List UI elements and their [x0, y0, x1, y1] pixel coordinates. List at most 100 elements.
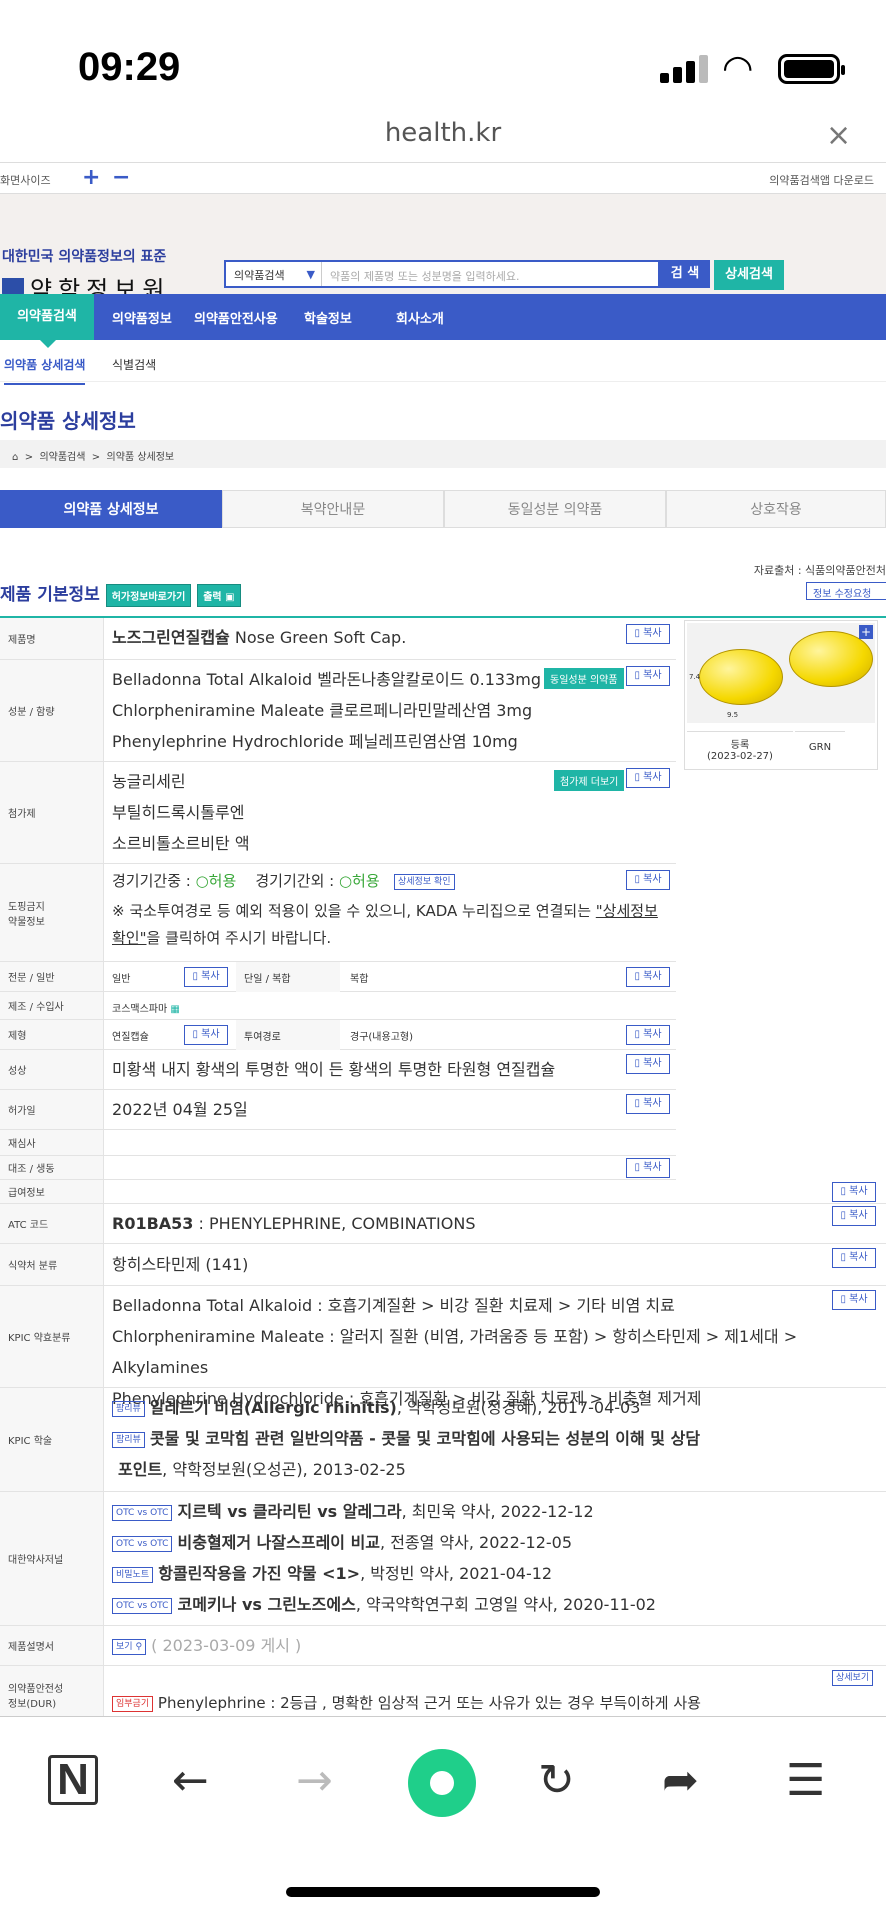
copy-button[interactable]: 복사: [832, 1182, 876, 1202]
dur-value: 임부금기 Phenylephrine : 2등급 , 명확한 임상적 근거 또는…: [112, 1688, 701, 1719]
sub-nav: 의약품 상세검색 식별검색: [0, 340, 886, 385]
list-item[interactable]: OTC vs OTC 코메키나 vs 그린노즈에스, 약국약학연구회 고영일 약…: [112, 1589, 656, 1620]
expand-icon[interactable]: +: [859, 625, 873, 639]
row-label: 재심사: [0, 1130, 104, 1155]
share-icon[interactable]: ➦: [662, 1755, 699, 1806]
forward-icon[interactable]: →: [296, 1755, 333, 1806]
status-time: 09:29: [78, 45, 181, 89]
main-nav: 의약품검색 의약품정보 의약품안전사용 학술정보 회사소개: [0, 294, 886, 348]
pill-image[interactable]: 9.5 7.4 +: [687, 623, 875, 723]
row-label: ATC 코드: [0, 1204, 104, 1243]
doping-detail-button[interactable]: 상세정보 확인: [393, 873, 455, 890]
tab-detail-info[interactable]: 의약품 상세정보: [0, 490, 222, 528]
copy-button[interactable]: 복사: [626, 967, 670, 987]
row-label: 성분 / 함량: [0, 660, 104, 761]
product-name: 노즈그린연질캡슐 Nose Green Soft Cap.: [112, 628, 407, 647]
tab-interaction[interactable]: 상호작용: [666, 490, 886, 528]
copy-button[interactable]: 복사: [626, 1025, 670, 1045]
dur-detail-button[interactable]: 상세보기: [832, 1670, 874, 1686]
row-label: 식약처 분류: [0, 1244, 104, 1285]
row-label: KPIC 학술: [0, 1388, 104, 1491]
ingredient-list: Belladonna Total Alkaloid 벨라돈나총알칼로이드 0.1…: [112, 670, 542, 751]
tab-medication-guide[interactable]: 복약안내문: [222, 490, 444, 528]
site-tagline: 대한민국 의약품정보의 표준: [2, 249, 167, 265]
back-icon[interactable]: ←: [172, 1755, 209, 1806]
row-label: 도핑금지 약물정보: [0, 864, 104, 961]
subnav-detail-search[interactable]: 의약품 상세검색: [4, 356, 86, 385]
table-row: 도핑금지 약물정보 경기기간중 : ○허용 경기기간외 : ○허용 상세정보 확인…: [0, 864, 676, 962]
same-ingredient-button[interactable]: 동일성분 의약품: [544, 668, 624, 689]
home-button[interactable]: [408, 1749, 476, 1817]
nav-academic[interactable]: 학술정보: [304, 308, 352, 327]
close-icon[interactable]: ×: [826, 118, 851, 153]
nav-drug-safety[interactable]: 의약품안전사용: [194, 308, 278, 327]
row-label: 급여정보: [0, 1180, 104, 1203]
combo-value: 복합: [350, 974, 369, 985]
status-bar: 09:29 ◠ health.kr ×: [0, 0, 886, 153]
search-category-select[interactable]: 의약품검색 ▼: [226, 262, 322, 286]
print-button[interactable]: 출력 ▣: [197, 583, 241, 607]
copy-button[interactable]: 복사: [626, 666, 670, 686]
list-item[interactable]: OTC vs OTC 비충혈제거 나잘스프레이 비교, 전종열 약사, 2022…: [112, 1527, 656, 1558]
copy-button[interactable]: 복사: [626, 624, 670, 644]
url-bar[interactable]: health.kr: [0, 118, 886, 148]
search-button[interactable]: 검 색: [660, 260, 710, 288]
pill-width: 7.4: [689, 673, 701, 681]
kada-link[interactable]: "상세정보: [596, 902, 658, 920]
nav-company[interactable]: 회사소개: [396, 308, 444, 327]
otc-value: 일반: [112, 974, 131, 985]
search-box: 의약품검색 ▼ 약품의 제품명 또는 성분명을 입력하세요.: [224, 260, 660, 288]
list-item[interactable]: 팜리뷰 알레르기 비염(Allergic rhinitis), 약학정보원(정경…: [112, 1392, 700, 1423]
copy-button[interactable]: 복사: [626, 768, 670, 788]
copy-button[interactable]: 복사: [626, 1094, 670, 1114]
mfds-class: 항히스타민제 (141): [112, 1255, 249, 1274]
maker-value: 코스맥스파마 ▦: [112, 1004, 180, 1015]
naver-home-button[interactable]: N: [48, 1755, 98, 1805]
permit-info-button[interactable]: 허가정보바로가기: [105, 583, 192, 607]
copy-button[interactable]: 복사: [184, 1025, 228, 1045]
zoom-out-button[interactable]: −: [112, 165, 130, 190]
app-download-link[interactable]: 의약품검색앱 다운로드: [769, 172, 874, 188]
data-source: 자료출처 : 식품의약품안전처: [753, 564, 886, 577]
copy-button[interactable]: 복사: [626, 870, 670, 890]
subnav-identify-search[interactable]: 식별검색: [112, 356, 156, 373]
copy-button[interactable]: 복사: [626, 1054, 670, 1074]
copy-button[interactable]: 복사: [626, 1158, 670, 1178]
detail-tabs: 의약품 상세정보 복약안내문 동일성분 의약품 상호작용: [0, 490, 886, 528]
list-item[interactable]: OTC vs OTC 지르텍 vs 클라리틴 vs 알레그라, 최민욱 약사, …: [112, 1496, 656, 1527]
list-item[interactable]: 팜리뷰 콧물 및 코막힘 관련 일반의약품 - 콧물 및 코막힘에 사용되는 성…: [112, 1423, 700, 1454]
fix-request-button[interactable]: 정보 수정요청: [806, 582, 886, 600]
table-row: 재심사: [0, 1130, 676, 1156]
copy-button[interactable]: 복사: [832, 1290, 876, 1310]
zoom-in-button[interactable]: +: [82, 165, 100, 190]
search-input[interactable]: 약품의 제품명 또는 성분명을 입력하세요.: [330, 268, 520, 284]
table-row: 성분 / 함량 Belladonna Total Alkaloid 벨라돈나총알…: [0, 660, 676, 762]
section-title: 제품 기본정보 허가정보바로가기 출력 ▣: [0, 580, 241, 607]
home-indicator: [286, 1887, 600, 1897]
reload-icon[interactable]: ↻: [538, 1755, 575, 1806]
copy-button[interactable]: 복사: [184, 967, 228, 987]
wifi-icon: ◠: [722, 48, 754, 89]
manual-view-button[interactable]: 보기 ⚲: [112, 1638, 147, 1655]
table-row: KPIC 학술 팜리뷰 알레르기 비염(Allergic rhinitis), …: [0, 1388, 886, 1492]
table-row: 허가일 2022년 04월 25일 복사: [0, 1090, 676, 1130]
nav-drug-search[interactable]: 의약품검색: [0, 294, 94, 348]
nav-drug-info[interactable]: 의약품정보: [112, 308, 172, 327]
battery-icon: [778, 54, 845, 84]
home-icon[interactable]: ⌂: [12, 452, 18, 463]
additive-more-button[interactable]: 첨가제 더보기: [554, 770, 625, 791]
menu-icon[interactable]: ☰: [786, 1755, 825, 1806]
detail-search-button[interactable]: 상세검색: [714, 260, 784, 290]
tab-same-ingredient[interactable]: 동일성분 의약품: [444, 490, 666, 528]
browser-toolbar: N ← → ↻ ➦ ☰: [0, 1716, 886, 1920]
route-value: 경구(내용고형): [350, 1032, 414, 1043]
table-row: 급여정보 복사: [0, 1180, 886, 1204]
breadcrumb-item[interactable]: 의약품 상세정보: [107, 452, 175, 463]
list-item[interactable]: 비밀노트 항콜린작용을 가진 약물 <1>, 박정빈 약사, 2021-04-1…: [112, 1558, 656, 1589]
row-label: 제조 / 수입사: [0, 992, 104, 1019]
copy-button[interactable]: 복사: [832, 1206, 876, 1226]
breadcrumb-item[interactable]: 의약품검색: [39, 452, 85, 463]
additive-list: 농글리세린 부틸히드록시톨루엔 소르비톨소르비탄 액: [112, 772, 250, 853]
building-icon[interactable]: ▦: [170, 1004, 179, 1015]
copy-button[interactable]: 복사: [832, 1248, 876, 1268]
